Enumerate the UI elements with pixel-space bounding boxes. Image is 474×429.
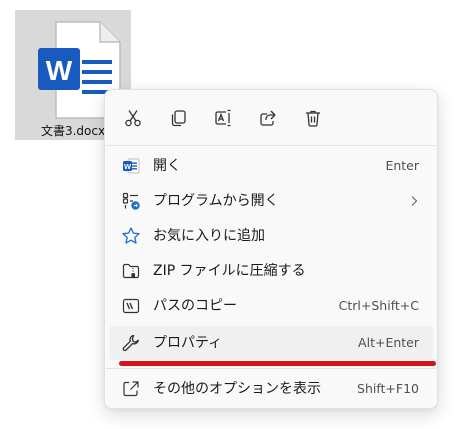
quick-actions-bar <box>115 104 330 132</box>
rename-icon <box>214 109 230 127</box>
menu-item-label: その他のオプションを表示 <box>153 381 321 397</box>
open-with-icon <box>121 191 141 211</box>
menu-item-label: パスのコピー <box>153 298 237 314</box>
svg-text:W: W <box>124 162 132 171</box>
menu-item-compress-zip[interactable]: ZIP ファイルに圧縮する <box>109 254 433 288</box>
menu-item-label: ZIP ファイルに圧縮する <box>153 263 306 279</box>
menu-item-shortcut: Ctrl+Shift+C <box>338 298 419 313</box>
menu-item-add-favorites[interactable]: お気に入りに追加 <box>109 219 433 253</box>
menu-separator <box>106 368 436 369</box>
star-icon <box>121 226 141 246</box>
menu-item-label: プログラムから開く <box>153 193 279 209</box>
menu-separator <box>106 145 436 146</box>
copy-path-icon <box>121 296 141 316</box>
menu-item-open[interactable]: W 開く Enter <box>109 149 433 183</box>
zip-folder-icon <box>121 261 141 281</box>
wrench-icon <box>121 333 141 353</box>
copy-icon <box>171 110 186 127</box>
cut-button[interactable] <box>115 104 150 132</box>
menu-item-label: プロパティ <box>153 335 223 351</box>
menu-item-properties[interactable]: プロパティ Alt+Enter <box>109 326 433 360</box>
share-button[interactable] <box>250 104 285 132</box>
delete-icon <box>305 110 320 127</box>
copy-button[interactable] <box>160 104 195 132</box>
menu-item-shortcut: Shift+F10 <box>357 381 419 396</box>
menu-item-copy-path[interactable]: パスのコピー Ctrl+Shift+C <box>109 289 433 323</box>
word-icon: W <box>121 156 141 176</box>
annotation-underline <box>119 361 436 366</box>
svg-text:W: W <box>46 55 73 86</box>
menu-item-more-options[interactable]: その他のオプションを表示 Shift+F10 <box>109 372 433 406</box>
share-icon <box>259 110 275 126</box>
delete-button[interactable] <box>295 104 330 132</box>
rename-button[interactable] <box>205 104 240 132</box>
menu-item-shortcut: Enter <box>385 158 419 173</box>
desktop-canvas: W 文書3.docx W 開く Enter プログラムから開く お気に入りに追加… <box>0 0 474 429</box>
menu-item-shortcut: Alt+Enter <box>358 335 419 350</box>
cut-icon <box>124 110 141 127</box>
menu-item-open-with[interactable]: プログラムから開く <box>109 184 433 218</box>
chevron-right-icon <box>411 196 418 206</box>
menu-item-label: お気に入りに追加 <box>153 228 265 244</box>
menu-item-label: 開く <box>153 158 181 174</box>
more-options-icon <box>121 379 141 399</box>
